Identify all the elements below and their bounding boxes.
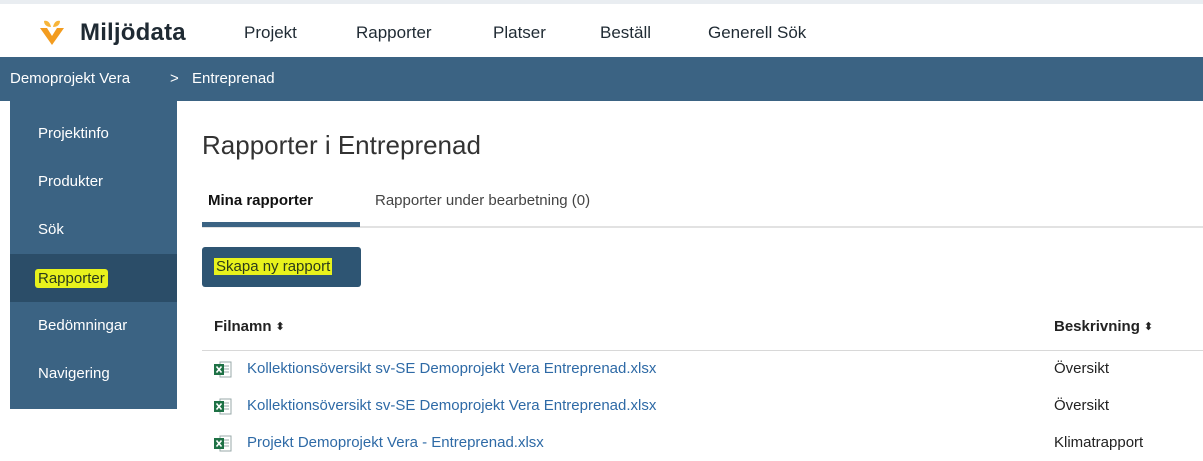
report-tabs: Mina rapporter Rapporter under bearbetni… [202, 178, 1203, 228]
sidebar-item-navigering[interactable]: Navigering [10, 350, 177, 398]
table-row: Kollektionsöversikt sv-SE Demoprojekt Ve… [202, 351, 1203, 389]
sidebar-item-label: Sök [38, 221, 64, 238]
nav-bestall[interactable]: Beställ [600, 23, 651, 43]
top-navbar: Miljödata Projekt Rapporter Platser Best… [0, 0, 1203, 57]
excel-file-icon [214, 361, 232, 378]
file-link[interactable]: Kollektionsöversikt sv-SE Demoprojekt Ve… [247, 360, 656, 377]
table-row: Kollektionsöversikt sv-SE Demoprojekt Ve… [202, 388, 1203, 426]
sidebar-item-bedomningar[interactable]: Bedömningar [10, 302, 177, 350]
breadcrumb-project[interactable]: Demoprojekt Vera [10, 70, 130, 87]
sidebar: Projektinfo Produkter Sök Rapporter Bedö… [10, 101, 177, 409]
sidebar-item-rapporter[interactable]: Rapporter [10, 254, 177, 302]
excel-file-icon [214, 398, 232, 415]
active-tab-indicator [202, 222, 360, 227]
file-link[interactable]: Projekt Demoprojekt Vera - Entreprenad.x… [247, 434, 544, 451]
page-title: Rapporter i Entreprenad [202, 130, 481, 160]
tab-mina-rapporter[interactable]: Mina rapporter [208, 192, 313, 209]
sort-icon: ⬍ [275, 321, 285, 333]
app-name: Miljödata [80, 19, 186, 46]
breadcrumb: Demoprojekt Vera > Entreprenad [0, 57, 1203, 101]
nav-generell-sok[interactable]: Generell Sök [708, 23, 806, 43]
sort-icon: ⬍ [1143, 321, 1154, 333]
column-header-filnamn[interactable]: Filnamn ⬍ [214, 318, 285, 335]
nav-platser[interactable]: Platser [493, 23, 546, 43]
nav-rapporter[interactable]: Rapporter [356, 23, 432, 43]
file-description: Klimatrapport [1054, 434, 1144, 451]
sidebar-item-label: Navigering [38, 365, 110, 382]
file-description: Översikt [1054, 397, 1110, 414]
sidebar-item-sok[interactable]: Sök [10, 206, 177, 254]
create-report-button[interactable]: Skapa ny rapport [202, 247, 361, 287]
logo-icon [38, 19, 66, 47]
table-row: Projekt Demoprojekt Vera - Entreprenad.x… [202, 425, 1203, 461]
nav-projekt[interactable]: Projekt [244, 23, 297, 43]
sidebar-item-projektinfo[interactable]: Projektinfo [10, 110, 177, 158]
table-header: Filnamn ⬍ Beskrivning ⬍ [202, 307, 1203, 351]
excel-file-icon [214, 435, 232, 452]
sidebar-item-label: Projektinfo [38, 125, 109, 142]
sidebar-item-produkter[interactable]: Produkter [10, 158, 177, 206]
sidebar-item-label: Bedömningar [38, 317, 128, 334]
column-header-beskrivning[interactable]: Beskrivning ⬍ [1054, 318, 1153, 335]
file-link[interactable]: Kollektionsöversikt sv-SE Demoprojekt Ve… [247, 397, 656, 414]
create-report-label: Skapa ny rapport [214, 258, 333, 275]
breadcrumb-separator: > [170, 70, 179, 87]
breadcrumb-current: Entreprenad [192, 70, 275, 87]
sidebar-item-label: Rapporter [35, 269, 108, 288]
tab-rapporter-under-bearbetning[interactable]: Rapporter under bearbetning (0) [375, 192, 590, 209]
file-description: Översikt [1054, 360, 1110, 377]
app-logo[interactable]: Miljödata [38, 19, 186, 47]
sidebar-item-label: Produkter [38, 173, 104, 190]
